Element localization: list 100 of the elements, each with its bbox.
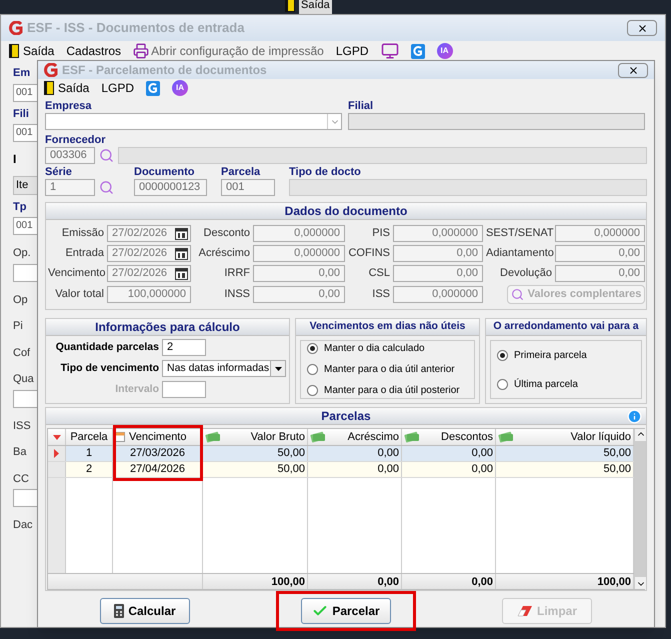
sort-arrow-icon[interactable]	[52, 434, 60, 440]
info-icon[interactable]	[627, 408, 642, 424]
text-field[interactable]	[13, 489, 38, 507]
number-field[interactable]: 0,00	[253, 286, 345, 303]
column-header[interactable]: Vencimento	[129, 428, 186, 446]
field-label: Emissão	[60, 226, 104, 242]
menu-item[interactable]: LGPD	[336, 42, 369, 60]
radio-button[interactable]	[307, 343, 318, 354]
table-row[interactable]: 2 27/04/2026 50,00 0,00 0,00 50,00	[48, 462, 634, 478]
number-field[interactable]: 0,00	[393, 265, 483, 282]
number-field[interactable]: 0,00	[253, 265, 345, 282]
logo-icon[interactable]	[146, 80, 160, 96]
menu-item[interactable]: LGPD	[101, 79, 134, 97]
interval-field[interactable]	[162, 381, 206, 398]
text-field[interactable]: 0000000123	[134, 179, 207, 196]
close-icon	[636, 22, 648, 34]
number-field[interactable]: 0,000000	[393, 286, 483, 303]
text-field[interactable]	[118, 147, 647, 164]
text-field[interactable]: 001	[13, 217, 38, 235]
text-field[interactable]	[13, 264, 38, 282]
table-cell: 0,00	[308, 446, 402, 461]
edit-tab[interactable]: I	[13, 150, 16, 168]
search-icon[interactable]	[99, 148, 114, 163]
search-icon[interactable]	[99, 180, 114, 195]
field-label: Cof	[13, 346, 30, 360]
table-cell: 50,00	[203, 462, 308, 477]
printer-icon	[133, 43, 150, 59]
close-button[interactable]	[627, 20, 657, 36]
number-field[interactable]: 0,00	[393, 245, 483, 262]
logo-icon[interactable]	[410, 44, 425, 58]
number-field[interactable]: 0,00	[555, 265, 645, 282]
window-title: ESF - Parcelamento de documentos	[62, 62, 267, 79]
table-cell: 2	[66, 462, 113, 477]
text-field[interactable]	[13, 390, 38, 408]
close-button[interactable]	[618, 62, 648, 78]
field-label: Ba	[13, 445, 26, 460]
ai-badge[interactable]: IA	[436, 43, 453, 59]
exit-menu[interactable]: Saída	[23, 42, 54, 60]
column-header[interactable]: Descontos	[441, 428, 493, 446]
calendar-icon[interactable]	[175, 228, 188, 240]
text-field[interactable]: 001	[221, 179, 275, 196]
number-field[interactable]: 0,000000	[253, 225, 345, 242]
text-field[interactable]	[348, 113, 645, 130]
number-field[interactable]: 0,000000	[253, 245, 345, 262]
field-label: Op.	[13, 246, 31, 261]
field-label: Tp	[13, 200, 26, 214]
radio-button[interactable]	[307, 385, 318, 396]
print-settings-menu[interactable]: Abrir configuração de impressão	[151, 42, 324, 60]
text-field[interactable]: 001	[13, 124, 38, 142]
search-icon	[510, 288, 524, 301]
radio-button[interactable]	[307, 364, 318, 375]
company-dropdown[interactable]	[45, 113, 342, 130]
date-field[interactable]: 27/02/2026	[107, 245, 191, 262]
exit-menu[interactable]: Saída	[58, 79, 90, 97]
field-label: Desconto	[202, 226, 250, 242]
monitor-icon[interactable]	[380, 42, 399, 60]
field-label: Filial	[348, 100, 374, 113]
date-field[interactable]: 27/02/2026	[107, 225, 191, 242]
number-field[interactable]: 0,000000	[393, 225, 483, 242]
field-label: ISS	[13, 418, 31, 434]
number-field[interactable]: 0,00	[555, 245, 645, 262]
action-button[interactable]: Calcular	[100, 598, 190, 624]
due-type-dropdown[interactable]: Nas datas informadas	[162, 360, 286, 377]
radio-button[interactable]	[497, 350, 508, 360]
field-label: Documento	[134, 166, 196, 179]
column-header[interactable]: Parcela	[70, 428, 108, 446]
field-label: CSL	[368, 266, 390, 282]
field-label: PIS	[371, 226, 390, 242]
number-field[interactable]: 100,000000	[107, 286, 191, 303]
eraser-icon	[516, 605, 533, 617]
field-label: Valor total	[54, 287, 104, 302]
field-label: Entrada	[64, 246, 104, 262]
text-field[interactable]: 001	[13, 84, 38, 102]
exit-menu[interactable]: Saída	[299, 0, 332, 14]
field-label: CC	[13, 472, 29, 486]
text-field[interactable]: 1	[45, 179, 95, 196]
scrollbar[interactable]	[634, 429, 646, 589]
menu-item[interactable]: Cadastros	[66, 42, 122, 60]
number-field[interactable]: 0,000000	[555, 225, 645, 242]
table-cell: 1	[66, 446, 113, 461]
total-cell: 0,00	[402, 574, 496, 589]
calendar-icon[interactable]	[175, 248, 188, 260]
field-label: Devolução	[499, 266, 552, 282]
column-header[interactable]: Acréscimo	[348, 428, 399, 446]
calendar-icon[interactable]	[175, 268, 188, 280]
table-row[interactable]: 1 27/03/2026 50,00 0,00 0,00 50,00	[48, 446, 634, 462]
ai-badge[interactable]: IA	[172, 80, 188, 96]
section-title: O arredondamento vai para a	[493, 319, 639, 334]
text-field[interactable]: 003306	[45, 147, 95, 164]
field-label: Tipo de vencimento	[60, 360, 159, 376]
money-icon	[404, 431, 420, 443]
text-field[interactable]	[289, 179, 647, 196]
text-field[interactable]: 2	[162, 339, 206, 356]
action-button[interactable]: Parcelar	[301, 598, 391, 624]
section-title: Informações para cálculo	[95, 319, 240, 336]
date-field[interactable]: 27/02/2026	[107, 265, 191, 282]
tab[interactable]: Ite	[13, 176, 38, 194]
column-header[interactable]: Valor Bruto	[250, 428, 305, 446]
radio-button[interactable]	[497, 378, 508, 390]
column-header[interactable]: Valor líquido	[570, 428, 631, 446]
